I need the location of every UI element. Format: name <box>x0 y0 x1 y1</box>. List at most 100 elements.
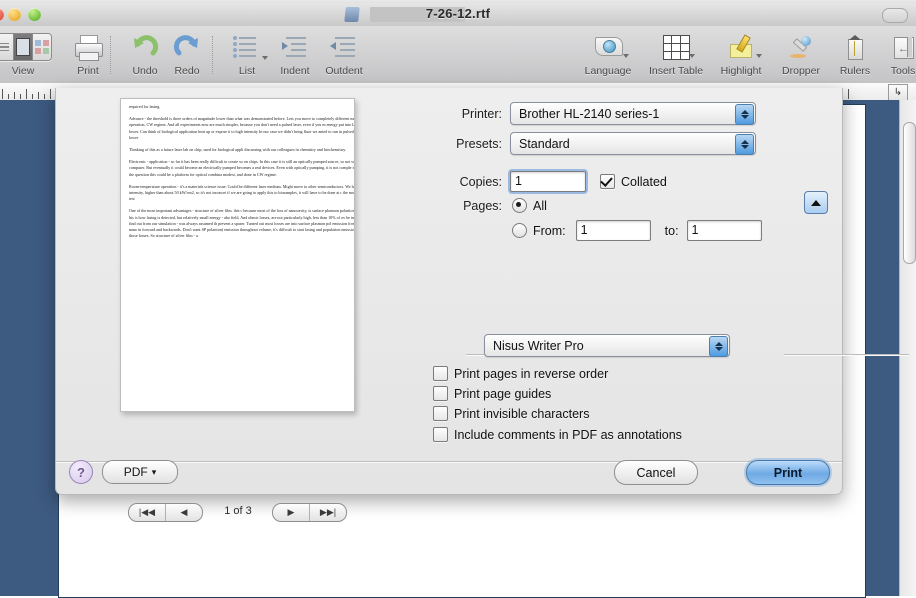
collated-label: Collated <box>621 174 667 189</box>
collated-checkbox[interactable] <box>600 174 615 189</box>
print-preview: required for lasing. Advance - the thres… <box>120 98 356 416</box>
pages-to-label: to: <box>664 223 679 238</box>
redo-arrow-glyph <box>173 35 198 56</box>
toolbar-label-highlight: Highlight <box>720 65 762 77</box>
next-page-button[interactable]: ▶ <box>273 504 310 521</box>
scrollbar-thumb[interactable] <box>903 122 916 264</box>
toolbar-label-language: Language <box>584 65 632 77</box>
toolbar-item-insert-table[interactable]: Insert Table <box>641 30 711 82</box>
pages-from-radio[interactable] <box>512 223 527 238</box>
help-button[interactable]: ? <box>69 460 93 484</box>
presets-label: Presets: <box>456 136 502 151</box>
flag-globe-icon[interactable] <box>579 30 637 64</box>
undo-arrow-glyph <box>134 35 159 56</box>
toolbar-item-view[interactable]: View <box>0 30 52 82</box>
option-row-invisible-characters[interactable]: Print invisible characters <box>433 406 589 421</box>
copies-input[interactable]: 1 <box>510 171 586 192</box>
copies-row: Copies: 1 Collated <box>436 171 796 192</box>
toolbar-item-print[interactable]: Print <box>59 30 117 82</box>
presets-stepper-icon[interactable] <box>735 134 754 155</box>
table-grid-icon[interactable] <box>641 30 711 64</box>
toolbar-item-outdent[interactable]: Outdent <box>315 30 373 82</box>
preview-navigation: |◀◀ ◀ 1 of 3 ▶ ▶▶| <box>120 503 356 523</box>
window-title: 7-26-12.rtf <box>425 6 491 21</box>
printer-row: Printer: Brother HL-2140 series-1 <box>436 102 796 125</box>
chevron-down-icon[interactable] <box>623 54 629 58</box>
toolbar-item-dropper[interactable]: Dropper <box>772 30 830 82</box>
chevron-down-icon: ▾ <box>151 466 157 477</box>
pages-all-radio[interactable] <box>512 198 527 213</box>
print-pdf-annotations-checkbox[interactable] <box>433 427 448 442</box>
preview-paragraph: Room-temperature operation - it's a mate… <box>129 183 355 202</box>
pdf-button[interactable]: PDF ▾ <box>102 460 178 484</box>
toolbar-separator <box>212 36 214 74</box>
last-page-button[interactable]: ▶▶| <box>310 504 346 521</box>
toolbar-item-redo[interactable]: Redo <box>158 30 216 82</box>
print-page-guides-label: Print page guides <box>454 386 552 401</box>
toolbar-label-view: View <box>11 65 35 77</box>
pages-all-label: All <box>533 198 547 213</box>
outdent-icon[interactable] <box>315 30 373 64</box>
print-pane-value: Nisus Writer Pro <box>493 338 584 353</box>
toolbar-toggle-button[interactable] <box>882 8 908 23</box>
copies-label: Copies: <box>459 174 502 189</box>
redo-arrow-icon[interactable] <box>158 30 216 64</box>
toolbar-item-highlight[interactable]: Highlight <box>712 30 770 82</box>
view-mode-draft[interactable] <box>0 34 14 60</box>
pages-from-input[interactable]: 1 <box>575 220 651 241</box>
view-segmented-icon[interactable] <box>0 30 52 64</box>
vertical-scrollbar[interactable] <box>899 100 916 596</box>
pages-from-radio-row[interactable]: From: <box>512 223 566 238</box>
toolbar-item-tools[interactable]: ← Tools <box>874 30 916 82</box>
collated-checkbox-row[interactable]: Collated <box>600 174 667 189</box>
print-invisible-characters-label: Print invisible characters <box>454 406 590 421</box>
tools-panel-icon[interactable]: ← <box>874 30 916 64</box>
chevron-down-icon[interactable] <box>756 54 762 58</box>
cancel-button[interactable]: Cancel <box>614 460 698 485</box>
toolbar-label-insert-table: Insert Table <box>648 65 704 77</box>
print-reverse-order-label: Print pages in reverse order <box>454 366 609 381</box>
main-toolbar: View Print Undo Redo List Indent Outdent… <box>0 26 916 84</box>
pdf-button-label: PDF <box>123 465 148 479</box>
preview-paragraph: Advance - the threshold is three orders … <box>129 116 355 140</box>
print-preview-page: required for lasing. Advance - the thres… <box>120 98 355 412</box>
option-row-reverse-order[interactable]: Print pages in reverse order <box>433 366 608 381</box>
disclosure-triangle-button[interactable] <box>804 191 828 214</box>
presets-row: Presets: Standard <box>436 132 796 155</box>
preview-paragraph: Thinking of this as a future laser lab o… <box>129 147 346 153</box>
print-invisible-characters-checkbox[interactable] <box>433 406 448 421</box>
pane-stepper-icon[interactable] <box>709 336 728 357</box>
pages-all-radio-row[interactable]: All <box>512 198 547 213</box>
pages-from-label: From: <box>533 223 566 238</box>
option-row-page-guides[interactable]: Print page guides <box>433 386 551 401</box>
pages-to-input[interactable]: 1 <box>686 220 762 241</box>
print-preview-text: required for lasing. Advance - the thres… <box>129 104 355 245</box>
preview-paragraph: Electronic - application - so far it has… <box>129 159 355 177</box>
toolbar-item-language[interactable]: Language <box>579 30 637 82</box>
highlighter-icon[interactable] <box>712 30 770 64</box>
view-mode-thumbnails[interactable] <box>33 34 51 60</box>
text-direction-icon[interactable]: ↳ <box>888 84 908 100</box>
preview-paragraph: required for lasing. <box>129 104 161 109</box>
print-reverse-order-checkbox[interactable] <box>433 366 448 381</box>
printer-icon[interactable] <box>59 30 117 64</box>
eyedropper-icon[interactable] <box>772 30 830 64</box>
pages-label: Pages: <box>463 198 502 213</box>
print-button[interactable]: Print <box>746 460 830 485</box>
preview-paragraph: One of the most important advantages - s… <box>129 208 355 239</box>
print-dialog: required for lasing. Advance - the thres… <box>55 88 909 522</box>
window-titlebar: 7-26-12.rtf <box>0 3 916 27</box>
chevron-down-icon[interactable] <box>689 54 695 58</box>
printer-select[interactable]: Brother HL-2140 series-1 <box>510 102 756 125</box>
print-page-guides-checkbox[interactable] <box>433 386 448 401</box>
toolbar-label-print: Print <box>77 65 99 77</box>
print-pane-select[interactable]: Nisus Writer Pro <box>484 334 730 357</box>
view-mode-page[interactable] <box>14 34 33 60</box>
option-row-pdf-annotations[interactable]: Include comments in PDF as annotations <box>433 427 682 442</box>
nav-group-forward[interactable]: ▶ ▶▶| <box>272 503 347 522</box>
pages-row-range: From: 1 to: 1 <box>436 220 816 241</box>
printer-stepper-icon[interactable] <box>735 104 754 125</box>
ruler-ticks-left <box>2 86 54 99</box>
toolbar-label-dropper: Dropper <box>782 65 820 77</box>
presets-select[interactable]: Standard <box>510 132 756 155</box>
